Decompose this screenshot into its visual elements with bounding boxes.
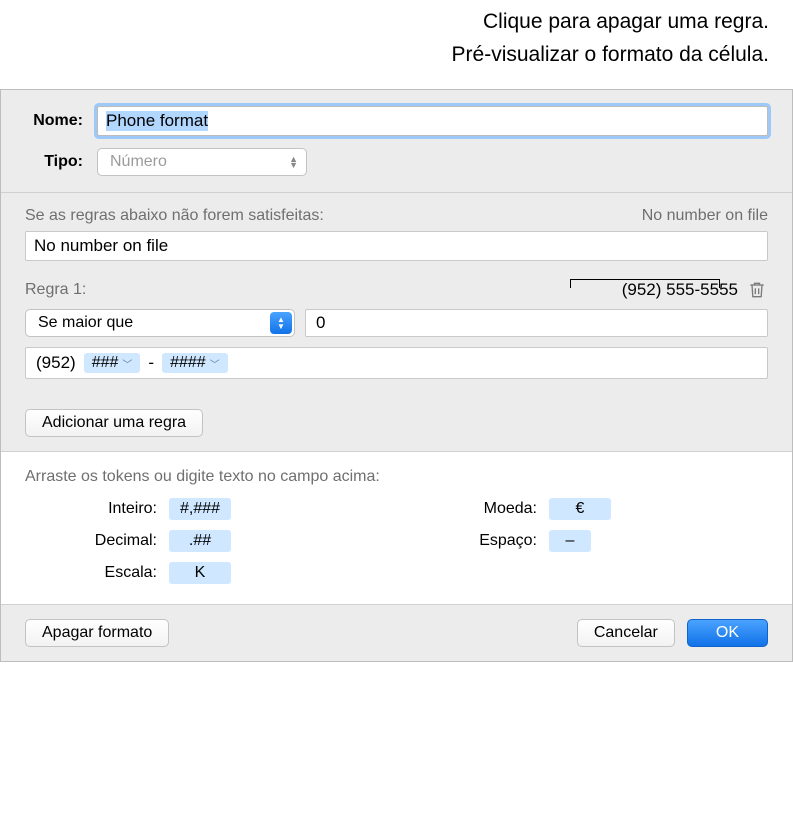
- token-decimal[interactable]: .##: [169, 530, 231, 552]
- tokens-prompt: Arraste os tokens ou digite texto no cam…: [25, 468, 768, 486]
- delete-format-button[interactable]: Apagar formato: [25, 619, 169, 647]
- condition-select[interactable]: Se maior que: [25, 309, 295, 337]
- token-label-moeda: Moeda:: [453, 500, 537, 518]
- condition-select-value: Se maior que: [38, 314, 133, 332]
- token-label-escala: Escala:: [73, 564, 157, 582]
- rule-1-preview: (952) 555-5555: [622, 280, 738, 300]
- ok-button[interactable]: OK: [687, 619, 768, 647]
- format-pattern-field[interactable]: (952) ### ﹀ - #### ﹀: [25, 347, 768, 379]
- token-label-inteiro: Inteiro:: [73, 500, 157, 518]
- updown-arrows-icon: [289, 156, 298, 168]
- cancel-button[interactable]: Cancelar: [577, 619, 675, 647]
- format-token-2[interactable]: #### ﹀: [162, 353, 228, 373]
- delete-rule-button[interactable]: [746, 279, 768, 301]
- chevron-down-icon: ﹀: [122, 356, 132, 371]
- updown-arrows-icon: [270, 312, 292, 334]
- name-input[interactable]: [97, 106, 768, 136]
- name-label: Nome:: [25, 112, 83, 130]
- token-label-decimal: Decimal:: [73, 532, 157, 550]
- type-label: Tipo:: [25, 153, 83, 171]
- condition-value-input[interactable]: [305, 309, 768, 337]
- rule-1-label: Regra 1:: [25, 281, 86, 299]
- custom-format-dialog: Nome: Tipo: Número Se as regras abaixo n…: [0, 89, 793, 662]
- format-prefix-text: (952): [36, 353, 76, 373]
- token-label-espaco: Espaço:: [453, 532, 537, 550]
- callout-delete-rule: Clique para apagar uma regra.: [0, 6, 769, 39]
- add-rule-button[interactable]: Adicionar uma regra: [25, 409, 203, 437]
- format-token-1[interactable]: ### ﹀: [84, 353, 141, 373]
- format-separator: -: [148, 353, 154, 373]
- callout-preview-format: Pré-visualizar o formato da célula.: [0, 39, 769, 72]
- token-moeda[interactable]: €: [549, 498, 611, 520]
- chevron-down-icon: ﹀: [210, 356, 220, 371]
- fallback-preview: No number on file: [642, 207, 768, 225]
- type-select[interactable]: Número: [97, 148, 307, 176]
- fallback-input[interactable]: [25, 231, 768, 261]
- fallback-prompt: Se as regras abaixo não forem satisfeita…: [25, 207, 324, 225]
- token-espaco[interactable]: –: [549, 530, 591, 552]
- type-select-value: Número: [110, 153, 167, 171]
- token-inteiro[interactable]: #,###: [169, 498, 231, 520]
- trash-icon: [747, 280, 767, 300]
- token-escala[interactable]: K: [169, 562, 231, 584]
